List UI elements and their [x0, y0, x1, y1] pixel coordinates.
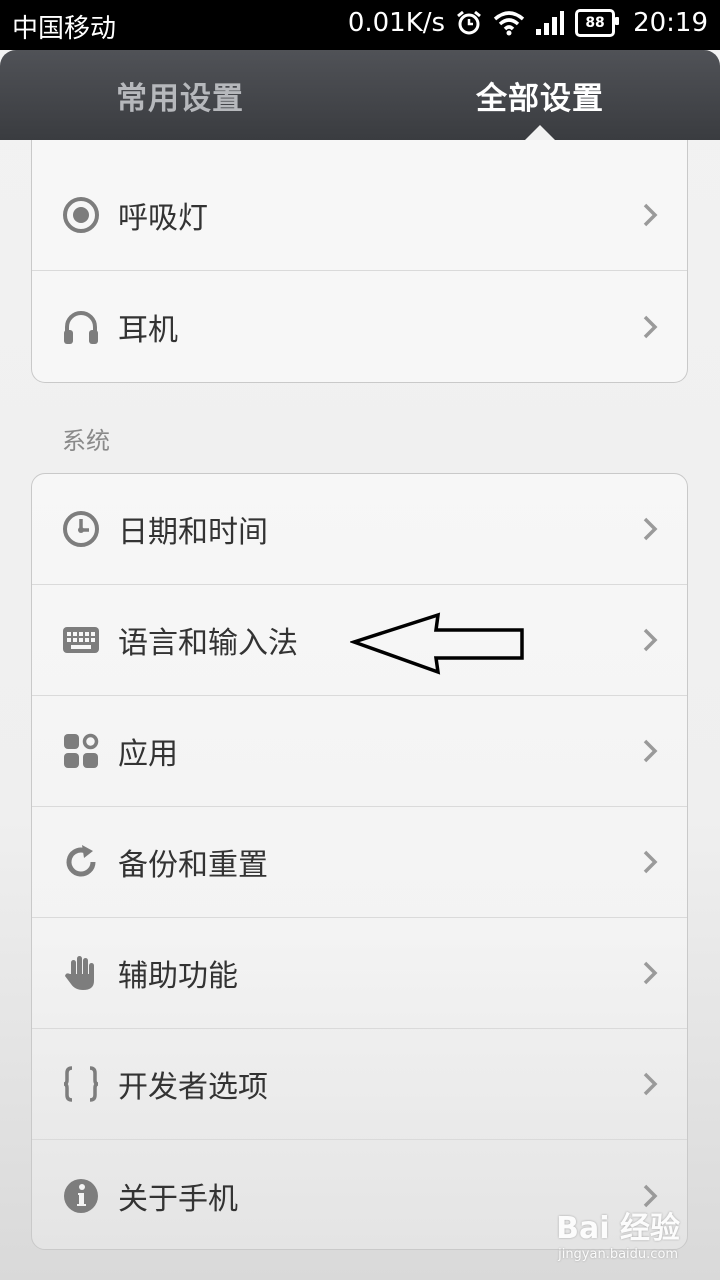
breathing-light-icon: [62, 196, 100, 234]
battery-icon: 88: [575, 9, 620, 37]
hand-icon: [62, 954, 100, 992]
list-item-label: 日期和时间: [118, 515, 268, 550]
chevron-right-icon: [639, 736, 661, 766]
annotation-arrow-icon: [348, 612, 530, 680]
list-item-headphones[interactable]: 耳机: [32, 271, 687, 382]
keyboard-icon: [62, 621, 100, 659]
settings-tab-bar: 常用设置 全部设置: [0, 50, 720, 141]
watermark-logo: Bai 经验: [556, 1211, 680, 1246]
clock-time: 20:19: [633, 8, 708, 38]
list-item-backup-reset[interactable]: 备份和重置: [32, 807, 687, 918]
list-item-label: 辅助功能: [118, 959, 238, 994]
watermark-url: jingyan.baidu.com: [558, 1247, 679, 1262]
list-item-accessibility[interactable]: 辅助功能: [32, 918, 687, 1029]
wifi-icon: [493, 10, 525, 36]
list-item-developer-options[interactable]: 开发者选项: [32, 1029, 687, 1140]
status-bar-right: 0.01K/s 88 20:19: [348, 8, 708, 38]
chevron-right-icon: [639, 312, 661, 342]
chevron-right-icon: [639, 1069, 661, 1099]
settings-group-system: 日期和时间 语言和输入法 应用 备份和重置 辅助功能 开发者选项 关于手机: [31, 473, 688, 1250]
info-icon: [62, 1177, 100, 1215]
list-item-label: 关于手机: [118, 1181, 238, 1217]
clock-icon: [62, 510, 100, 548]
refresh-icon: [62, 843, 100, 881]
status-bar: 中国移动 0.01K/s 88 20:19: [0, 0, 720, 50]
list-item-label: 语言和输入法: [118, 626, 298, 661]
list-item-label: 备份和重置: [118, 848, 268, 883]
chevron-right-icon: [639, 514, 661, 544]
list-item-breathing-light[interactable]: 呼吸灯: [32, 160, 687, 271]
list-item-label: 耳机: [118, 312, 178, 348]
tab-common-settings[interactable]: 常用设置: [0, 50, 360, 140]
list-item-apps[interactable]: 应用: [32, 696, 687, 807]
chevron-right-icon: [639, 200, 661, 230]
list-item-date-time[interactable]: 日期和时间: [32, 474, 687, 585]
settings-group-hardware: 呼吸灯 耳机: [31, 140, 688, 383]
signal-icon: [535, 10, 565, 36]
chevron-right-icon: [639, 847, 661, 877]
list-item-label: 开发者选项: [118, 1070, 268, 1105]
active-tab-pointer: [524, 125, 556, 141]
chevron-right-icon: [639, 625, 661, 655]
network-speed: 0.01K/s: [347, 8, 446, 38]
baidu-jingyan-watermark: Bai 经验 jingyan.baidu.com: [556, 1203, 680, 1262]
list-item-label: 应用: [118, 737, 178, 772]
chevron-right-icon: [639, 958, 661, 988]
carrier-name: 中国移动: [12, 14, 117, 44]
list-item-label: 呼吸灯: [118, 201, 208, 236]
braces-icon: [62, 1065, 100, 1103]
headphones-icon: [62, 308, 100, 346]
apps-icon: [62, 732, 100, 770]
alarm-icon: [455, 9, 483, 37]
section-title-system: 系统: [62, 427, 110, 455]
